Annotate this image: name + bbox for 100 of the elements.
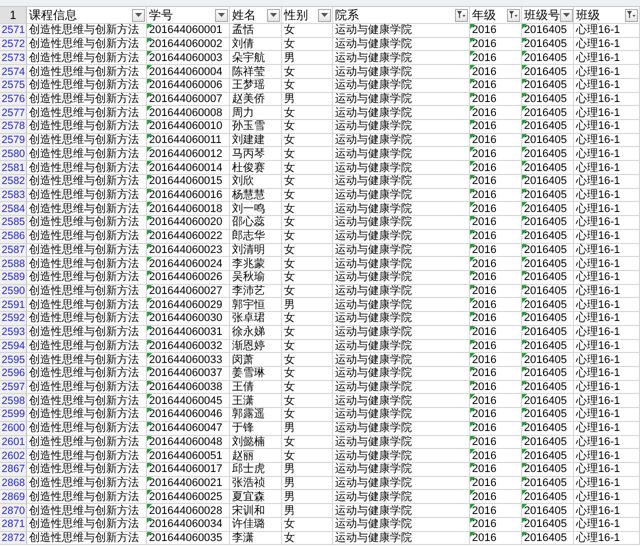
row-number[interactable]: 2575 <box>0 78 27 93</box>
filter-active-button[interactable] <box>455 8 468 22</box>
table-cell: 201644060028 <box>147 504 230 518</box>
row-number[interactable]: 2581 <box>0 161 27 175</box>
table-cell: 201644060004 <box>147 65 230 79</box>
table-cell: 女 <box>282 394 333 408</box>
table-cell: 创造性思维与创新方法 <box>27 161 147 175</box>
column-header: 姓名 <box>232 9 256 21</box>
row-number[interactable]: 2590 <box>0 284 27 298</box>
row-number[interactable]: 2579 <box>0 134 27 148</box>
table-cell: 2016405 <box>522 161 574 175</box>
row-number[interactable]: 2573 <box>0 51 27 66</box>
row-number[interactable]: 2592 <box>0 312 27 326</box>
row-number[interactable]: 2571 <box>0 24 27 38</box>
row-number[interactable]: 2585 <box>0 216 27 230</box>
row-number[interactable]: 2580 <box>0 147 27 162</box>
table-cell: 创造性思维与创新方法 <box>27 340 147 354</box>
row-number[interactable]: 2578 <box>0 120 27 134</box>
table-cell: 王倩 <box>230 380 282 394</box>
row-number[interactable]: 2869 <box>0 490 27 504</box>
row-number[interactable]: 2589 <box>0 270 27 285</box>
filter-dropdown-button[interactable] <box>132 8 145 22</box>
row-number[interactable]: 2595 <box>0 353 27 367</box>
table-cell: 创造性思维与创新方法 <box>27 51 147 66</box>
row-number[interactable]: 2598 <box>0 394 27 408</box>
row-number[interactable]: 2577 <box>0 106 27 120</box>
table-cell: 心理16-1 <box>574 422 640 436</box>
row-number[interactable]: 2587 <box>0 244 27 258</box>
table-cell: 心理16-1 <box>574 270 640 285</box>
row-number[interactable]: 2599 <box>0 408 27 422</box>
row-number[interactable]: 2586 <box>0 230 27 244</box>
row-number[interactable]: 2593 <box>0 326 27 340</box>
table-cell: 2016405 <box>522 436 574 450</box>
table-cell: 张卓珺 <box>230 312 282 326</box>
table-cell: 运动与健康学院 <box>333 476 470 490</box>
table-cell: 于锋 <box>230 422 282 436</box>
table-cell: 2016405 <box>522 147 574 162</box>
table-cell: 201644060023 <box>147 244 230 258</box>
row-number[interactable]: 2594 <box>0 340 27 354</box>
table-cell: 2016405 <box>522 65 574 79</box>
row-number[interactable]: 2601 <box>0 436 27 450</box>
row-number[interactable]: 1 <box>0 7 27 24</box>
filter-dropdown-button[interactable] <box>560 8 573 22</box>
table-cell: 女 <box>282 340 333 354</box>
table-cell: 心理16-1 <box>574 326 640 340</box>
table-cell: 心理16-1 <box>574 134 640 148</box>
table-cell: 运动与健康学院 <box>333 147 470 162</box>
row-number[interactable]: 2576 <box>0 92 27 106</box>
column-header: 性别 <box>284 9 308 21</box>
table-cell: 201644060027 <box>147 284 230 298</box>
table-cell: 2016405 <box>522 449 574 463</box>
table-cell: 2016405 <box>522 312 574 326</box>
row-number[interactable]: 2871 <box>0 518 27 532</box>
funnel-icon <box>627 11 636 19</box>
table-cell: 运动与健康学院 <box>333 65 470 79</box>
table-cell: 运动与健康学院 <box>333 174 470 189</box>
table-cell: 男 <box>282 92 333 106</box>
table-cell: 2016 <box>470 78 522 93</box>
row-number[interactable]: 2588 <box>0 257 27 271</box>
table-cell: 夏宜森 <box>230 490 282 504</box>
caret-icon <box>563 13 570 17</box>
table-cell: 女 <box>282 161 333 175</box>
table-cell: 2016405 <box>522 380 574 394</box>
caret-icon <box>218 13 225 17</box>
row-number[interactable]: 2574 <box>0 65 27 79</box>
table-cell: 心理16-1 <box>574 120 640 134</box>
table-cell: 运动与健康学院 <box>333 312 470 326</box>
row-number[interactable]: 2591 <box>0 298 27 312</box>
row-number[interactable]: 2602 <box>0 449 27 463</box>
row-number[interactable]: 2867 <box>0 463 27 477</box>
table-cell: 心理16-1 <box>574 490 640 504</box>
table-cell: 2016405 <box>522 174 574 189</box>
row-number[interactable]: 2600 <box>0 422 27 436</box>
row-number[interactable]: 2597 <box>0 380 27 394</box>
row-number[interactable]: 2572 <box>0 38 27 52</box>
table-cell: 201644060014 <box>147 161 230 175</box>
row-number[interactable]: 2868 <box>0 476 27 490</box>
row-number[interactable]: 2584 <box>0 202 27 216</box>
row-number[interactable]: 2582 <box>0 174 27 189</box>
table-cell: 运动与健康学院 <box>333 340 470 354</box>
table-cell: 运动与健康学院 <box>333 257 470 271</box>
table-cell: 心理16-1 <box>574 257 640 271</box>
table-cell: 创造性思维与创新方法 <box>27 120 147 134</box>
filter-dropdown-button[interactable] <box>267 8 280 22</box>
table-cell: 2016 <box>470 463 522 477</box>
row-number[interactable]: 2583 <box>0 188 27 202</box>
table-cell: 运动与健康学院 <box>333 230 470 244</box>
table-cell: 创造性思维与创新方法 <box>27 449 147 463</box>
table-cell: 男 <box>282 51 333 66</box>
table-cell: 心理16-1 <box>574 216 640 230</box>
row-number[interactable]: 2872 <box>0 532 27 546</box>
table-cell: 女 <box>282 532 333 546</box>
table-cell: 女 <box>282 174 333 189</box>
row-number[interactable]: 2596 <box>0 366 27 381</box>
filter-active-button[interactable] <box>625 8 638 22</box>
filter-active-button[interactable] <box>507 8 520 22</box>
row-number[interactable]: 2870 <box>0 504 27 518</box>
table-cell: 201644060033 <box>147 353 230 367</box>
filter-dropdown-button[interactable] <box>215 8 228 22</box>
filter-dropdown-button[interactable] <box>318 8 331 22</box>
